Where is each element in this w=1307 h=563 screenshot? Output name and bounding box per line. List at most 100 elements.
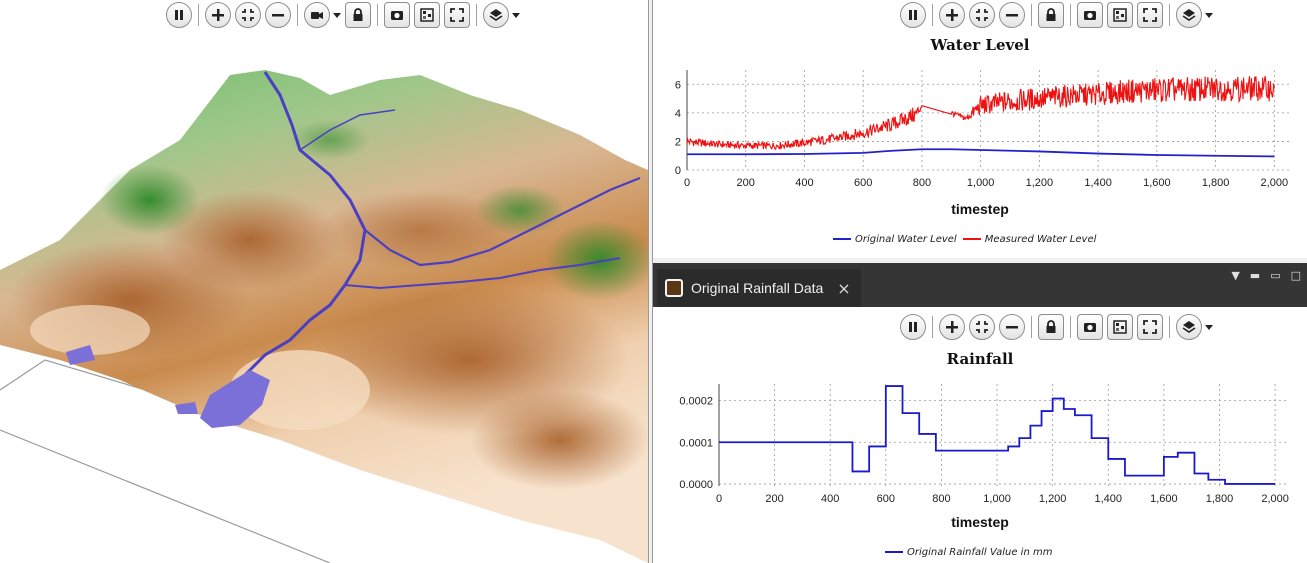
antialias-button[interactable] [1107, 2, 1133, 28]
zoom-fit-button[interactable] [969, 314, 995, 340]
y-tick-label: 0 [675, 165, 681, 177]
toolbar-separator [1169, 4, 1170, 26]
toolbar-separator [932, 4, 933, 26]
toolbar-separator [1169, 316, 1170, 338]
legend-item-original: Original Water Level [833, 234, 957, 245]
x-tick-label: 1,000 [967, 177, 995, 189]
layers-button[interactable] [1176, 314, 1202, 340]
fullscreen-button[interactable] [1137, 2, 1163, 28]
toolbar-separator [1031, 316, 1032, 338]
toolbar-separator [932, 316, 933, 338]
snapshot-button[interactable] [1077, 2, 1103, 28]
zoom-out-icon [1006, 14, 1018, 17]
lock-button[interactable] [345, 2, 371, 28]
x-axis-title: timestep [951, 201, 1009, 217]
rainfall-tabbar: Original Rainfall Data × ▼ ▬ ▭ □ [653, 263, 1307, 307]
layers-icon [1182, 321, 1196, 333]
snapshot-button[interactable] [1077, 314, 1103, 340]
y-tick-label: 6 [675, 79, 681, 91]
zoom-in-button[interactable] [939, 314, 965, 340]
y-tick-label: 0.0001 [679, 437, 713, 449]
x-tick-label: 1,400 [1084, 177, 1112, 189]
y-tick-label: 0.0002 [679, 396, 713, 408]
antialias-icon [1113, 320, 1127, 334]
layers-button[interactable] [1176, 2, 1202, 28]
lock-icon [1046, 320, 1056, 333]
lock-button[interactable] [1038, 314, 1064, 340]
zoom-out-button[interactable] [999, 2, 1025, 28]
rainfall-chart[interactable]: 0 200 400 600 800 1,000 1,200 1,400 1,600 1,800 2,… [653, 376, 1307, 516]
terrain-toolbar [166, 0, 520, 30]
terrain-render[interactable] [0, 0, 648, 563]
x-tick-label: 1,800 [1202, 177, 1230, 189]
zoom-out-button[interactable] [265, 2, 291, 28]
lock-icon [1046, 8, 1056, 21]
fullscreen-icon [1143, 320, 1157, 334]
x-tick-label: 1,200 [1039, 493, 1067, 505]
toolbar-separator [297, 4, 298, 26]
pause-icon [909, 10, 917, 20]
lock-button[interactable] [1038, 2, 1064, 28]
camera-button[interactable] [304, 2, 330, 28]
close-icon[interactable]: × [837, 279, 850, 298]
layers-dropdown-icon[interactable] [512, 12, 520, 18]
water-level-panel: Water Level 0 200 400 600 800 1,000 1,200 1,400… [653, 0, 1307, 258]
pause-icon [909, 322, 917, 332]
toolbar-separator [476, 4, 477, 26]
zoom-out-icon [1006, 326, 1018, 329]
antialias-button[interactable] [414, 2, 440, 28]
lock-icon [353, 8, 363, 21]
water-level-toolbar [900, 0, 1213, 30]
antialias-button[interactable] [1107, 314, 1133, 340]
tab-label: Original Rainfall Data [691, 280, 824, 296]
fullscreen-button[interactable] [444, 2, 470, 28]
maximize-icon[interactable]: □ [1291, 269, 1301, 282]
x-tick-label: 0 [716, 493, 722, 505]
layers-icon [1182, 9, 1196, 21]
camera-icon [311, 12, 323, 19]
x-tick-label: 0 [684, 177, 690, 189]
zoom-fit-button[interactable] [235, 2, 261, 28]
water-level-chart[interactable]: 0 200 400 600 800 1,000 1,200 1,400 1,600 1,800 2,… [653, 62, 1307, 212]
toolbar-separator [198, 4, 199, 26]
zoom-in-button[interactable] [205, 2, 231, 28]
camera-dropdown-icon[interactable] [333, 12, 341, 18]
minimize-icon[interactable]: ▬ [1250, 269, 1260, 282]
chart-legend: Original Water Level Measured Water Leve… [833, 234, 1096, 245]
restore-icon[interactable]: ▭ [1270, 269, 1280, 282]
zoom-fit-button[interactable] [969, 2, 995, 28]
tab-original-rainfall[interactable]: Original Rainfall Data × [657, 269, 861, 307]
chart-tab-icon [665, 279, 683, 297]
pause-icon [175, 10, 183, 20]
x-tick-label: 1,400 [1095, 493, 1123, 505]
zoom-in-button[interactable] [939, 2, 965, 28]
x-tick-label: 200 [765, 493, 783, 505]
x-tick-label: 800 [932, 493, 950, 505]
y-tick-label: 4 [675, 108, 681, 120]
snapshot-icon [391, 11, 403, 20]
fit-icon [976, 9, 988, 21]
layers-dropdown-icon[interactable] [1205, 12, 1213, 18]
window-controls: ▼ ▬ ▭ □ [1231, 269, 1301, 282]
zoom-out-button[interactable] [999, 314, 1025, 340]
series-line-2 [686, 75, 1275, 151]
x-tick-label: 1,600 [1143, 177, 1171, 189]
layers-button[interactable] [483, 2, 509, 28]
terrain-3d-view[interactable] [0, 0, 648, 563]
toolbar-separator [1031, 4, 1032, 26]
pause-button[interactable] [900, 314, 926, 340]
pause-button[interactable] [900, 2, 926, 28]
layers-dropdown-icon[interactable] [1205, 324, 1213, 330]
legend-item-rainfall: Original Rainfall Value in mm [885, 547, 1052, 558]
x-tick-label: 600 [854, 177, 872, 189]
snapshot-button[interactable] [384, 2, 410, 28]
x-tick-label: 1,600 [1150, 493, 1178, 505]
fullscreen-button[interactable] [1137, 314, 1163, 340]
pause-button[interactable] [166, 2, 192, 28]
toolbar-separator [1070, 4, 1071, 26]
x-tick-label: 1,200 [1026, 177, 1054, 189]
x-tick-label: 800 [913, 177, 931, 189]
x-axis-title: timestep [951, 514, 1009, 530]
x-tick-label: 600 [877, 493, 895, 505]
view-menu-icon[interactable]: ▼ [1231, 269, 1239, 282]
